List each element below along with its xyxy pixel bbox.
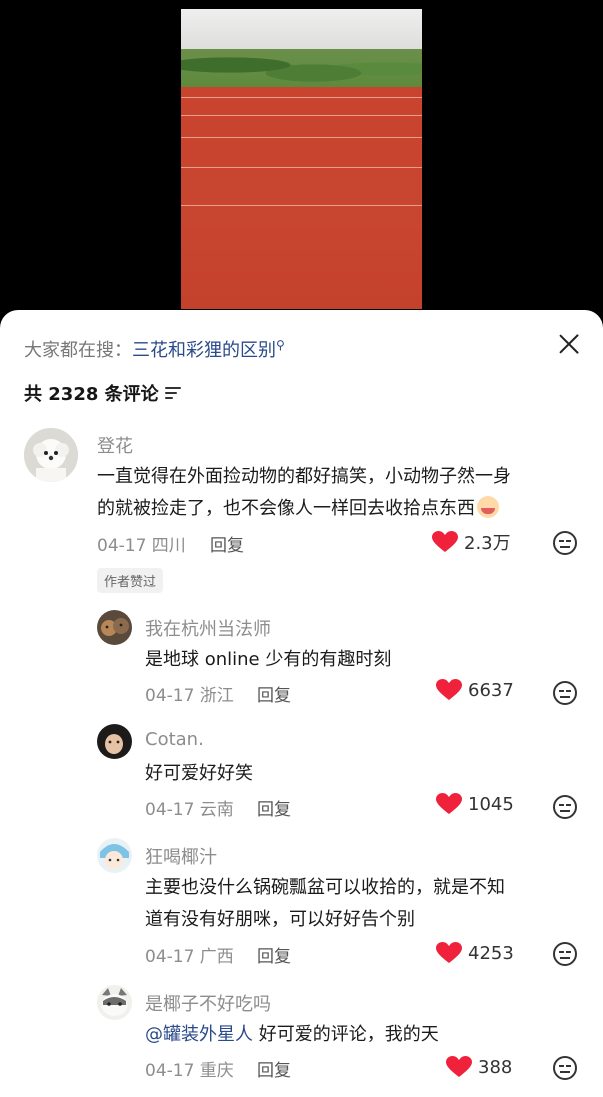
comment-author[interactable]: 我在杭州当法师 [145,615,271,641]
avatar[interactable] [97,985,132,1020]
like-button[interactable]: 6637 [436,679,514,701]
comment-date-location: 04-17 重庆 [145,1061,234,1081]
heart-icon [436,942,462,963]
search-prefix: 大家都在搜： [24,340,132,361]
reply-button[interactable]: 回复 [257,681,291,706]
heart-icon [432,531,458,552]
comment-text: 好可爱好好笑 [145,763,253,784]
search-icon: ⚲ [276,338,285,352]
heart-icon [436,679,462,700]
dislike-icon[interactable] [553,942,577,966]
search-suggestion[interactable]: 大家都在搜：三花和彩狸的区别⚲ [24,336,285,362]
like-button[interactable]: 4253 [436,942,514,964]
author-liked-badge: 作者赞过 [97,568,164,593]
comment-date-location: 04-17 浙江 [145,686,234,706]
reply-button[interactable]: 回复 [257,795,291,820]
like-count: 6637 [468,679,514,701]
comment-text-line: 道有没有好朋咪，可以好好告个别 [145,909,415,930]
like-count: 388 [478,1056,513,1078]
comment-count-text: 共 2328 条评论 [24,384,159,405]
comment-author[interactable]: 登花 [97,432,133,458]
comment-author[interactable]: 狂喝椰汁 [145,843,217,869]
comment-author[interactable]: 是椰子不好吃吗 [145,990,271,1016]
comment-date-location: 04-17 云南 [145,800,234,820]
comment-date-location: 04-17 广西 [145,947,234,967]
reply-button[interactable]: 回复 [257,942,291,967]
comment-text: 一直觉得在外面捡动物的都好搞笑，小动物子然一身 的就被捡走了，也不会像人一样回去… [97,461,577,525]
dislike-icon[interactable] [553,795,577,819]
close-icon[interactable] [555,330,583,358]
avatar[interactable] [97,838,132,873]
dislike-icon[interactable] [553,1056,577,1080]
video-running-track [181,87,422,309]
comment-author[interactable]: Cotan. [145,729,204,750]
like-button[interactable]: 1045 [436,793,514,815]
comment-text-line: 好可爱的评论，我的天 [253,1024,439,1045]
comment-text-line: 一直觉得在外面捡动物的都好搞笑，小动物子然一身 [97,466,511,487]
like-count: 4253 [468,942,514,964]
comments-sheet: 大家都在搜：三花和彩狸的区别⚲ 共 2328 条评论 登花 一直觉得在外面捡动物… [0,310,603,1097]
dislike-icon[interactable] [553,681,577,705]
avatar[interactable] [24,428,78,482]
heart-icon [436,793,462,814]
search-query-link[interactable]: 三花和彩狸的区别 [132,340,276,361]
comment-text: 是地球 online 少有的有趣时刻 [145,649,392,670]
avatar[interactable] [97,724,132,759]
heart-icon [446,1056,472,1077]
comment-text-line: 主要也没什么锅碗瓢盆可以收拾的，就是不知 [145,877,505,898]
sort-icon[interactable] [164,386,181,400]
avatar[interactable] [97,610,132,645]
mention-link[interactable]: @罐装外星人 [145,1024,253,1045]
like-button[interactable]: 388 [446,1056,512,1078]
comment-text-line: 的就被捡走了，也不会像人一样回去收拾点东西 [97,498,475,519]
comment-text: @罐装外星人 好可爱的评论，我的天 [145,1019,439,1051]
video-player[interactable] [0,0,603,330]
like-count: 1045 [468,793,514,815]
dislike-icon[interactable] [553,531,577,555]
video-bushes [181,49,422,89]
like-count: 2.3万 [464,533,511,554]
like-button[interactable]: 2.3万 [432,529,511,555]
comment-text: 主要也没什么锅碗瓢盆可以收拾的，就是不知 道有没有好朋咪，可以好好告个别 [145,872,585,936]
comment-count[interactable]: 共 2328 条评论 [24,380,181,406]
reply-button[interactable]: 回复 [210,531,244,556]
reply-button[interactable]: 回复 [257,1056,291,1081]
comment-date-location: 04-17 四川 [97,536,186,556]
crying-laughing-emoji-icon [477,496,499,518]
video-frame[interactable] [181,9,422,309]
